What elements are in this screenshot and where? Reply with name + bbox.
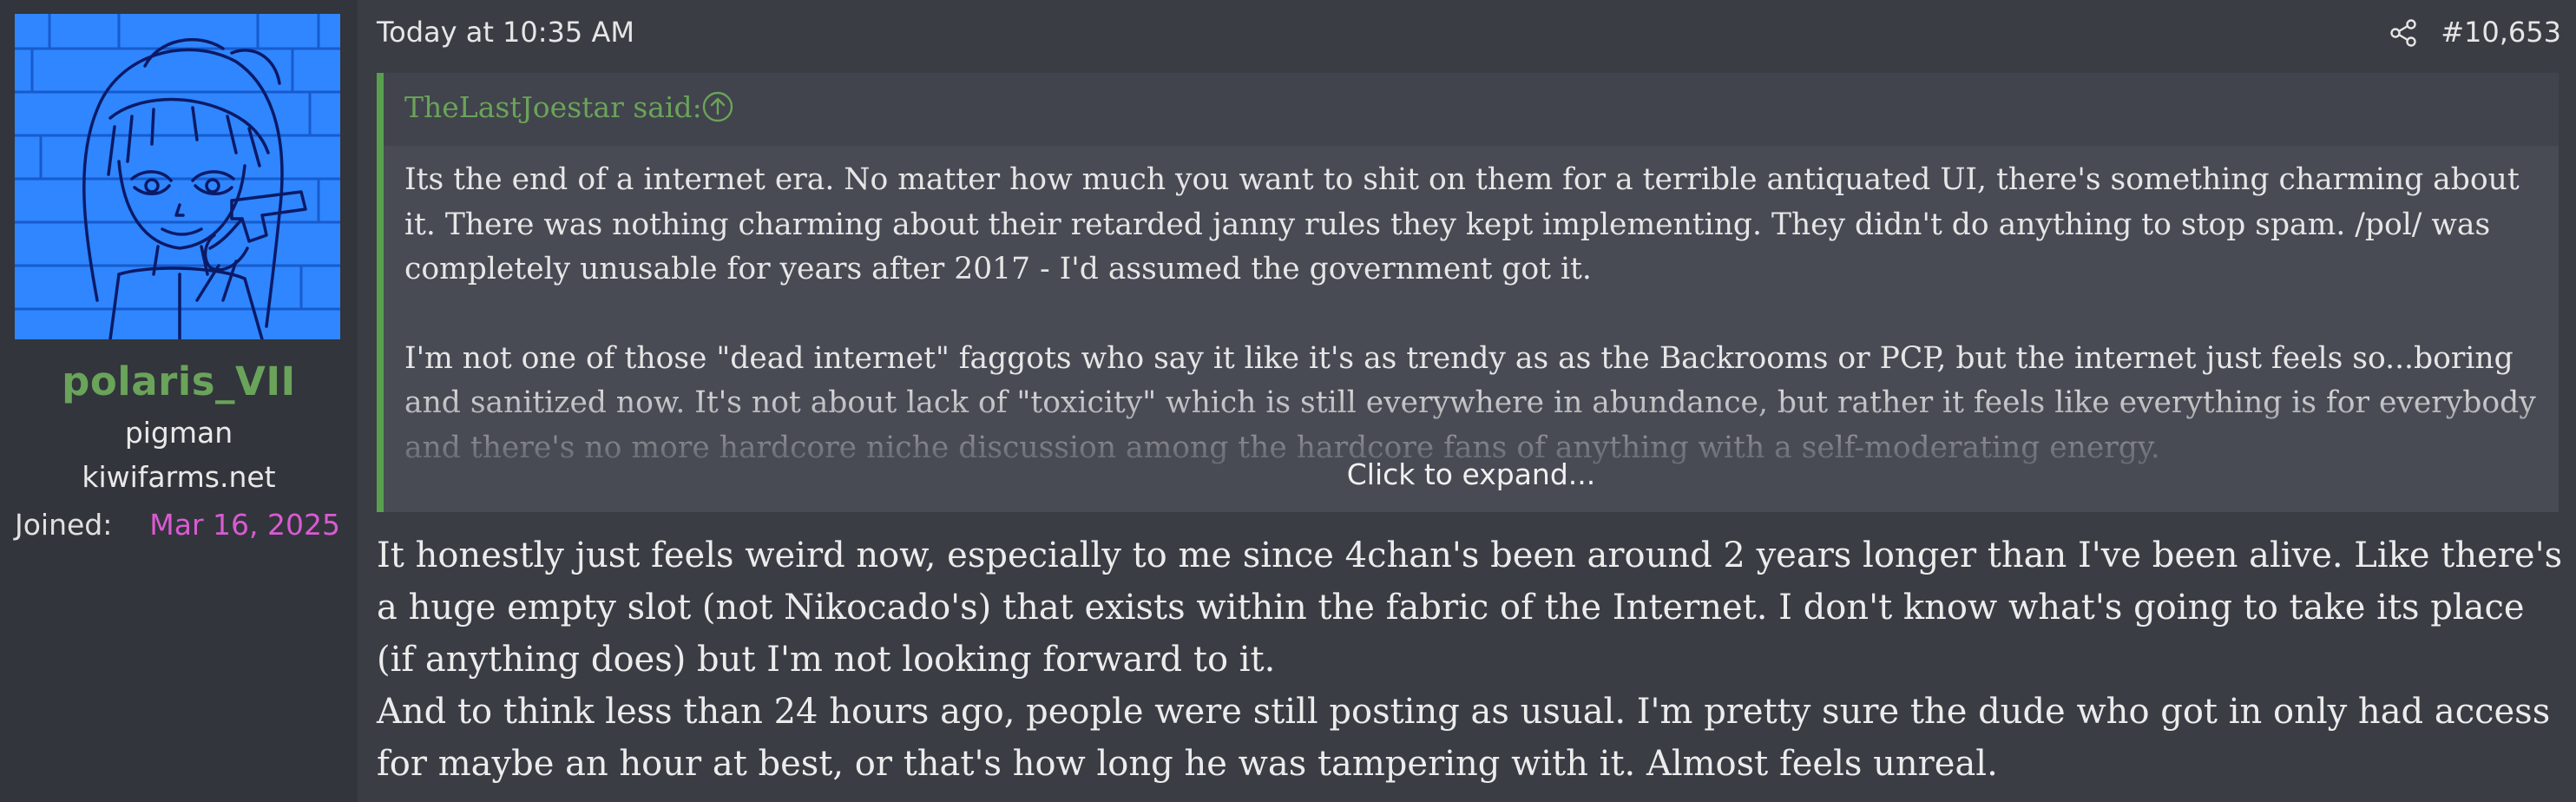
joined-date: Mar 16, 2025: [149, 508, 340, 542]
quote-author-link[interactable]: TheLastJoestar said:: [404, 90, 702, 124]
avatar-image: [15, 14, 340, 339]
arrow-up-circle-icon[interactable]: [701, 90, 734, 123]
quote-body: Its the end of a internet era. No matter…: [384, 146, 2559, 512]
quote-header: TheLastJoestar said:: [384, 73, 2559, 146]
avatar[interactable]: [15, 14, 340, 339]
post-body: It honestly just feels weird now, especi…: [377, 529, 2564, 790]
click-to-expand-button[interactable]: Click to expand...: [384, 452, 2559, 497]
joined-label: Joined:: [15, 508, 113, 542]
post-number-link[interactable]: #10,653: [2441, 16, 2561, 49]
quote-block: TheLastJoestar said: Its the end of a in…: [377, 73, 2559, 512]
quote-paragraph: Its the end of a internet era. No matter…: [404, 162, 2520, 286]
post-paragraph: And to think less than 24 hours ago, peo…: [377, 692, 2551, 784]
user-title: pigman: [124, 416, 233, 450]
username[interactable]: polaris_VII: [0, 358, 358, 404]
user-subtitle: kiwifarms.net: [82, 460, 276, 494]
post-timestamp[interactable]: Today at 10:35 AM: [377, 16, 634, 49]
share-icon[interactable]: [2388, 17, 2419, 49]
post-paragraph: It honestly just feels weird now, especi…: [377, 536, 2563, 680]
user-panel: polaris_VII pigman kiwifarms.net Joined:…: [0, 0, 358, 802]
